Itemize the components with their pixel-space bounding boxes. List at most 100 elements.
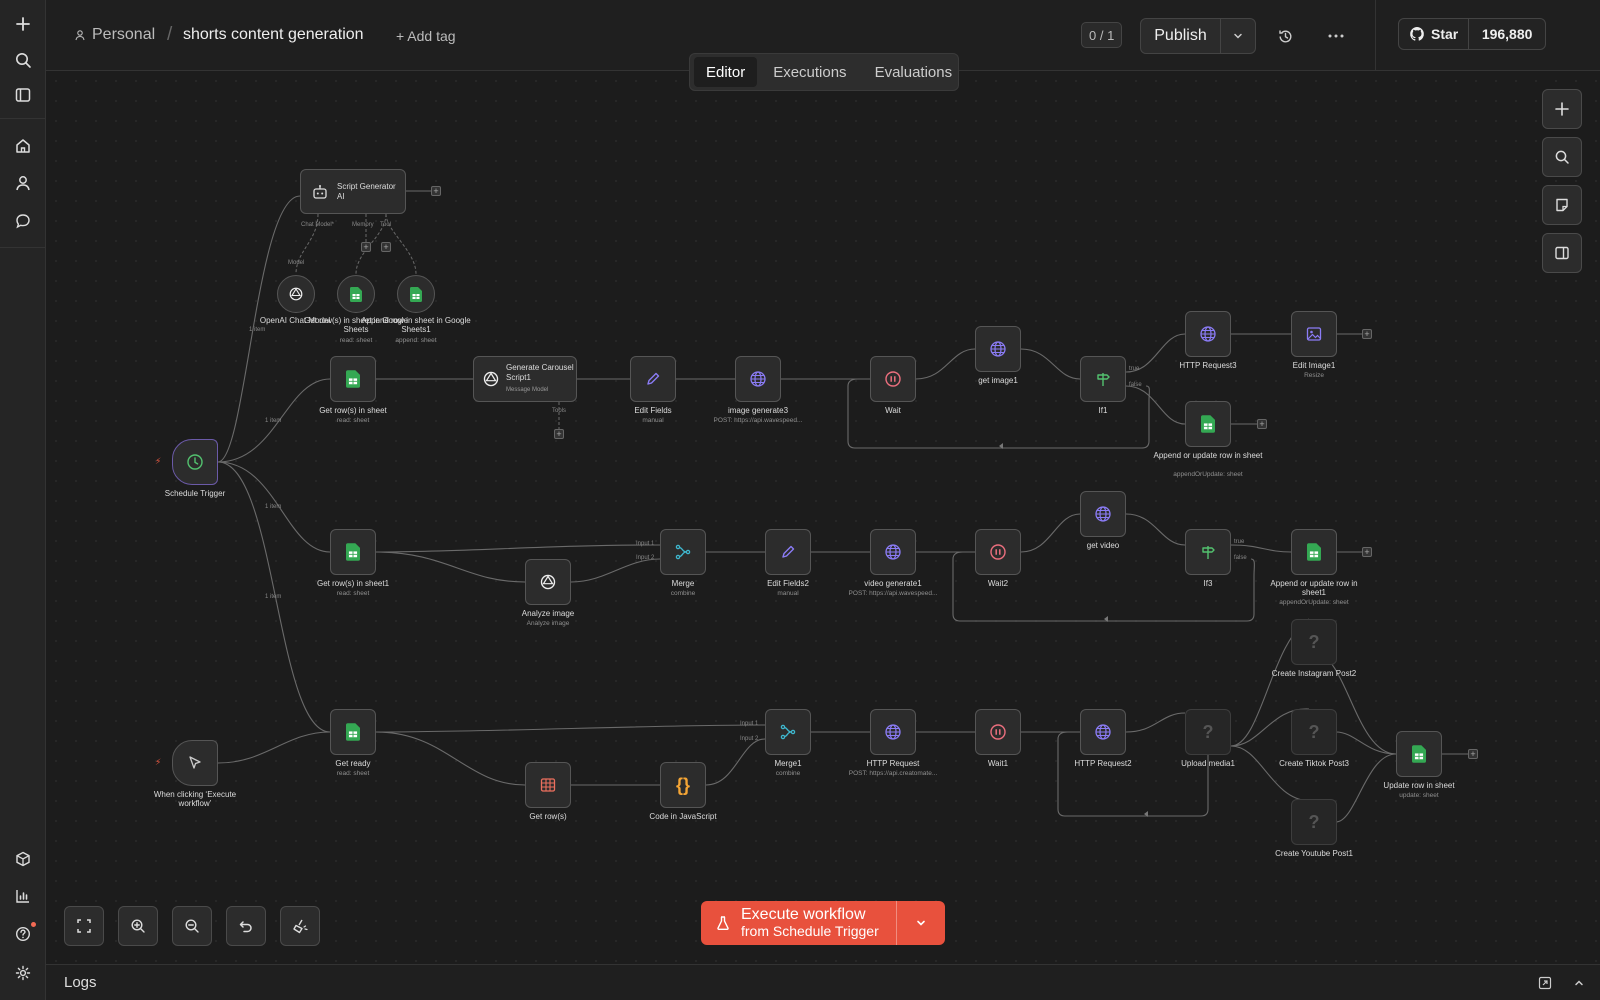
node-subtitle: read: sheet bbox=[336, 417, 370, 424]
panel-toggle-icon[interactable] bbox=[1542, 233, 1582, 273]
zoom-in-icon[interactable] bbox=[118, 906, 158, 946]
insights-chart-icon[interactable] bbox=[8, 881, 38, 911]
sticky-note-icon[interactable] bbox=[1542, 185, 1582, 225]
connection bbox=[1230, 544, 1292, 553]
header-divider bbox=[1375, 0, 1376, 71]
add-tool-plus-icon[interactable]: + bbox=[554, 429, 564, 439]
node-wait[interactable] bbox=[870, 356, 916, 402]
node-append-update-row[interactable] bbox=[1185, 401, 1231, 447]
node-get-rows-in-sheet[interactable] bbox=[330, 356, 376, 402]
node-create-youtube-post1[interactable]: ? bbox=[1291, 799, 1337, 845]
google-sheets-icon bbox=[342, 541, 364, 563]
github-star[interactable]: Star bbox=[1399, 19, 1470, 49]
execute-workflow-button[interactable]: Execute workflow from Schedule Trigger bbox=[701, 901, 945, 945]
execute-sublabel: from Schedule Trigger bbox=[741, 923, 879, 939]
node-label: HTTP Request2 bbox=[1074, 759, 1132, 768]
node-get-rows[interactable] bbox=[525, 762, 571, 808]
node-edit-fields2[interactable] bbox=[765, 529, 811, 575]
sidebar-toggle-icon[interactable] bbox=[8, 80, 38, 110]
add-node-plus-icon[interactable]: + bbox=[431, 186, 441, 196]
search-nodes-icon[interactable] bbox=[1542, 137, 1582, 177]
node-label: Merge1 bbox=[774, 759, 802, 768]
zoom-out-icon[interactable] bbox=[172, 906, 212, 946]
node-create-instagram-post2[interactable]: ? bbox=[1291, 619, 1337, 665]
publish-button[interactable]: Publish bbox=[1141, 19, 1221, 53]
chevron-up-icon[interactable] bbox=[1570, 974, 1588, 992]
node-http-request3[interactable] bbox=[1185, 311, 1231, 357]
globe-icon bbox=[987, 338, 1009, 360]
more-options-icon[interactable] bbox=[1322, 22, 1350, 50]
add-tool-plus-icon[interactable]: + bbox=[381, 242, 391, 252]
node-subtitle: POST: https://api.creatomate... bbox=[848, 770, 938, 777]
user-icon[interactable] bbox=[8, 168, 38, 198]
robot-icon bbox=[309, 181, 331, 203]
node-code-in-javascript[interactable]: {} bbox=[660, 762, 706, 808]
chat-icon[interactable] bbox=[8, 206, 38, 236]
logs-bar[interactable]: Logs bbox=[46, 964, 1600, 1000]
templates-icon[interactable] bbox=[8, 844, 38, 874]
add-node-plus-icon[interactable]: + bbox=[1257, 419, 1267, 429]
code-braces-icon: {} bbox=[675, 774, 690, 795]
node-openai-chat-model[interactable] bbox=[277, 275, 315, 313]
node-wait1[interactable] bbox=[975, 709, 1021, 755]
version-counter[interactable]: 0 / 1 bbox=[1081, 22, 1123, 48]
tab-evaluations[interactable]: Evaluations bbox=[863, 57, 965, 87]
edge-label-1-item: 1 item bbox=[265, 594, 282, 600]
node-edit-image1[interactable] bbox=[1291, 311, 1337, 357]
tab-editor[interactable]: Editor bbox=[694, 57, 758, 87]
node-upload-media1[interactable]: ? bbox=[1185, 709, 1231, 755]
view-tabs: Editor Executions Evaluations bbox=[689, 53, 959, 91]
pop-out-icon[interactable] bbox=[1536, 974, 1554, 992]
node-image-generate3[interactable] bbox=[735, 356, 781, 402]
home-icon[interactable] bbox=[8, 131, 38, 161]
add-node-plus-icon[interactable]: + bbox=[1362, 329, 1372, 339]
node-generate-carousel-script1[interactable]: Generate Carousel Script1 Message Model bbox=[473, 356, 577, 402]
node-update-row-in-sheet[interactable] bbox=[1396, 731, 1442, 777]
node-http-request2[interactable] bbox=[1080, 709, 1126, 755]
add-node-plus-icon[interactable] bbox=[1542, 89, 1582, 129]
node-create-tiktok-post3[interactable]: ? bbox=[1291, 709, 1337, 755]
node-get-video[interactable] bbox=[1080, 491, 1126, 537]
execute-main[interactable]: Execute workflow from Schedule Trigger bbox=[701, 901, 897, 945]
tab-executions[interactable]: Executions bbox=[761, 57, 858, 87]
node-analyze-image[interactable] bbox=[525, 559, 571, 605]
node-if3[interactable] bbox=[1185, 529, 1231, 575]
node-append-row-google-sheets1[interactable] bbox=[397, 275, 435, 313]
workflow-name[interactable]: shorts content generation bbox=[183, 26, 364, 44]
add-memory-plus-icon[interactable]: + bbox=[361, 242, 371, 252]
node-wait2[interactable] bbox=[975, 529, 1021, 575]
chevron-down-icon[interactable] bbox=[1221, 19, 1255, 53]
undo-icon[interactable] bbox=[226, 906, 266, 946]
node-get-ready[interactable] bbox=[330, 709, 376, 755]
breadcrumb-owner[interactable]: Personal bbox=[74, 26, 155, 44]
tidy-up-broom-icon[interactable] bbox=[280, 906, 320, 946]
settings-gear-icon[interactable] bbox=[8, 958, 38, 988]
openai-icon bbox=[285, 283, 307, 305]
history-icon[interactable] bbox=[1271, 22, 1299, 50]
workflow-canvas[interactable]: Script Generator AI + Chat Model* Memory… bbox=[46, 71, 1600, 964]
node-schedule-trigger[interactable] bbox=[172, 439, 218, 485]
node-get-rows-in-sheet1[interactable] bbox=[330, 529, 376, 575]
node-edit-fields[interactable] bbox=[630, 356, 676, 402]
add-node-plus-icon[interactable]: + bbox=[1362, 547, 1372, 557]
node-http-request[interactable] bbox=[870, 709, 916, 755]
node-if1[interactable] bbox=[1080, 356, 1126, 402]
node-manual-trigger[interactable] bbox=[172, 740, 218, 786]
node-label: get image1 bbox=[978, 376, 1018, 385]
node-script-generator-ai[interactable]: Script Generator AI bbox=[300, 169, 406, 214]
node-get-rows-google-sheets[interactable] bbox=[337, 275, 375, 313]
chevron-down-icon[interactable] bbox=[897, 901, 945, 945]
add-tag-button[interactable]: + Add tag bbox=[396, 28, 456, 44]
node-merge1[interactable] bbox=[765, 709, 811, 755]
fit-view-icon[interactable] bbox=[64, 906, 104, 946]
node-merge[interactable] bbox=[660, 529, 706, 575]
add-node-plus-icon[interactable]: + bbox=[1468, 749, 1478, 759]
node-video-generate1[interactable] bbox=[870, 529, 916, 575]
globe-icon bbox=[882, 721, 904, 743]
cursor-pointer-icon bbox=[184, 752, 206, 774]
node-append-update-row1[interactable] bbox=[1291, 529, 1337, 575]
node-get-image1[interactable] bbox=[975, 326, 1021, 372]
github-star-button[interactable]: Star 196,880 bbox=[1398, 18, 1546, 50]
plus-icon[interactable] bbox=[8, 9, 38, 39]
search-icon[interactable] bbox=[8, 45, 38, 75]
